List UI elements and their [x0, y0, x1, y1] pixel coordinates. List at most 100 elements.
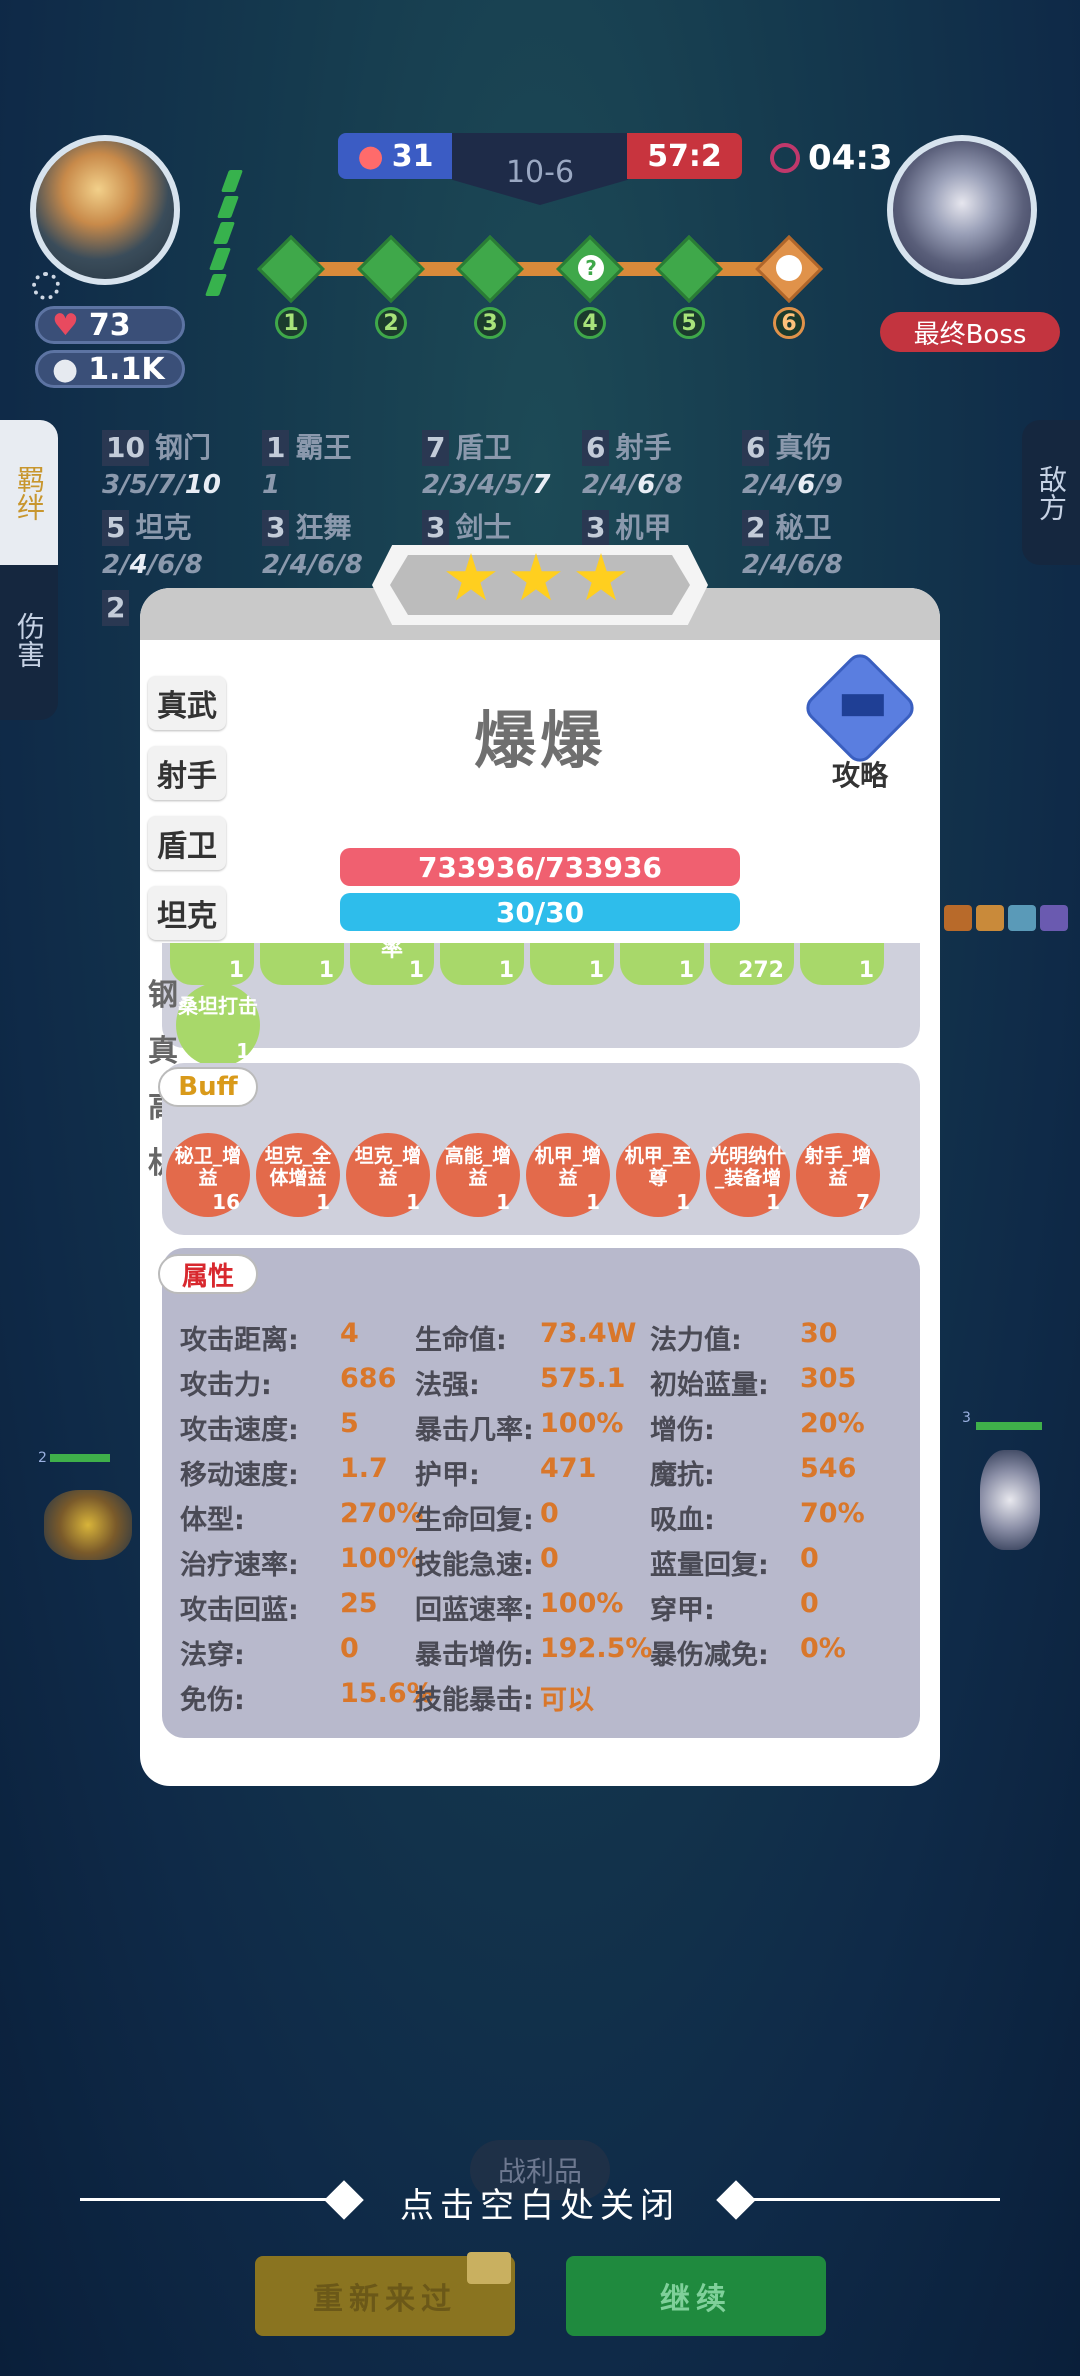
attribute-value: 192.5% [540, 1633, 653, 1664]
attribute-value: 575.1 [540, 1363, 626, 1394]
attr-title: 属性 [158, 1254, 258, 1294]
attribute-value: 5 [340, 1408, 359, 1439]
attribute-row: 生命值: 73.4W [415, 1318, 636, 1357]
skill-chip[interactable]: 率1 [350, 939, 434, 985]
skill-chip[interactable]: 1 [440, 943, 524, 985]
attribute-row: 攻击距离: 4 [180, 1318, 359, 1357]
buff-chip[interactable]: 机甲_至尊 1 [616, 1133, 700, 1217]
attribute-key: 护甲: [415, 1460, 480, 1491]
ally-unit[interactable]: 2 [38, 1450, 138, 1560]
skill-chip[interactable]: 272 [710, 943, 794, 985]
skill-chip[interactable]: 1 [800, 943, 884, 985]
settings-gear-icon[interactable] [32, 272, 60, 300]
attribute-key: 技能暴击: [415, 1685, 534, 1716]
skill-chip[interactable]: 1 [260, 943, 344, 985]
synergy-item: 3 机甲 [582, 510, 672, 546]
attribute-value: 100% [540, 1408, 624, 1439]
attribute-value: 100% [540, 1588, 624, 1619]
retry-button[interactable]: 重新来过 [255, 2252, 515, 2336]
modal-tab-shield[interactable]: 盾卫 [148, 816, 226, 870]
item-icon [944, 905, 972, 931]
stage-node-3 [456, 235, 524, 303]
synergy-item: 3 狂舞 2/4/6/8 [262, 510, 363, 580]
attribute-row: 初始蓝量: 305 [650, 1363, 856, 1402]
tab-synergy[interactable]: 羁绊 [0, 420, 58, 565]
close-hint-text: 点击空白处关闭 [400, 2186, 680, 2226]
buff-chip[interactable]: 秘卫_增益 16 [166, 1133, 250, 1217]
buff-chip[interactable]: 坦克_全体增益 1 [256, 1133, 340, 1217]
attribute-key: 体型: [180, 1505, 245, 1536]
close-hint[interactable]: 点击空白处关闭 [0, 2170, 1080, 2230]
guide-button[interactable]: 攻略 [800, 648, 920, 794]
attribute-key: 魔抗: [650, 1460, 715, 1491]
attribute-row: 吸血: 70% [650, 1498, 865, 1537]
attribute-key: 暴伤减免: [650, 1640, 769, 1671]
attribute-row: 暴击增伤: 192.5% [415, 1633, 652, 1672]
left-score-value: 31 [391, 138, 434, 174]
enemy-unit[interactable]: 3 [958, 1410, 1058, 1560]
buff-panel[interactable]: Buff 秘卫_增益 16 坦克_全体增益 1 坦克_增益 1 高能_增益 1 机甲_增… [158, 1063, 920, 1235]
player-hp-pill: ♥ 73 [35, 306, 185, 344]
buff-chip[interactable]: 射手_增益 7 [796, 1133, 880, 1217]
skill-chip[interactable]: 1 [530, 943, 614, 985]
attribute-row: 护甲: 471 [415, 1453, 596, 1492]
video-icon [467, 2252, 511, 2284]
attribute-value: 0 [540, 1543, 559, 1574]
stage-node-5 [655, 235, 723, 303]
ally-unit-level: 2 [38, 1450, 47, 1466]
left-score: ● 31 [338, 133, 453, 179]
attribute-value: 25 [340, 1588, 378, 1619]
right-score: 57:2 [627, 133, 742, 179]
attribute-value: 100% [340, 1543, 424, 1574]
attribute-value: 0 [800, 1588, 819, 1619]
attribute-key: 回蓝速率: [415, 1595, 534, 1626]
skill-chip-santan[interactable]: 桑坦打击 1 [176, 983, 260, 1067]
attribute-key: 治疗速率: [180, 1550, 299, 1581]
attribute-value: 0 [340, 1633, 359, 1664]
match-timer: 04:3 [770, 138, 893, 178]
buff-chip[interactable]: 光明纳什_装备增 1 [706, 1133, 790, 1217]
continue-button[interactable]: 继续 [566, 2256, 826, 2336]
modal-tab-hidden[interactable]: 钢 [148, 970, 182, 1014]
skills-panel[interactable]: 1 1 率1 1 1 1 272 1 桑坦打击 1 [162, 939, 920, 1067]
synergy-item: 5 坦克 2/4/6/8 [102, 510, 203, 580]
attribute-key: 增伤: [650, 1415, 715, 1446]
attribute-key: 移动速度: [180, 1460, 299, 1491]
synergy-item: 2 秘卫 2/4/6/8 [742, 510, 843, 580]
attribute-row: 穿甲: 0 [650, 1588, 819, 1627]
tab-enemy[interactable]: 敌方 [1022, 420, 1080, 565]
attribute-value: 270% [340, 1498, 424, 1529]
skill-chip[interactable]: 1 [620, 943, 704, 985]
item-icon [1008, 905, 1036, 931]
modal-tab-tank[interactable]: 坦克 [148, 886, 226, 940]
attribute-row: 法强: 575.1 [415, 1363, 625, 1402]
attribute-key: 蓝量回复: [650, 1550, 769, 1581]
stage-num-2: 2 [375, 307, 407, 339]
attribute-row: 移动速度: 1.7 [180, 1453, 388, 1492]
boss-avatar[interactable] [887, 135, 1037, 285]
player-gold-pill: ● 1.1K [35, 350, 185, 388]
tab-damage[interactable]: 伤害 [0, 580, 58, 700]
stage-num-4: 4 [574, 307, 606, 339]
buff-chip[interactable]: 坦克_增益 1 [346, 1133, 430, 1217]
buff-chip[interactable]: 机甲_增益 1 [526, 1133, 610, 1217]
buff-title: Buff [158, 1067, 258, 1107]
attribute-value: 可以 [540, 1685, 594, 1716]
question-icon: ? [578, 255, 604, 281]
attribute-key: 暴击几率: [415, 1415, 534, 1446]
retry-label: 重新来过 [313, 2282, 457, 2317]
attribute-value: 305 [800, 1363, 857, 1394]
attribute-value: 70% [800, 1498, 865, 1529]
attribute-row: 魔抗: 546 [650, 1453, 856, 1492]
round-value: 10-6 [505, 155, 575, 190]
attribute-key: 法穿: [180, 1640, 245, 1671]
buff-chip[interactable]: 高能_增益 1 [436, 1133, 520, 1217]
player-avatar[interactable] [30, 135, 180, 285]
attribute-key: 攻击力: [180, 1370, 272, 1401]
attribute-value: 0 [800, 1543, 819, 1574]
attribute-row: 体型: 270% [180, 1498, 423, 1537]
attribute-row: 暴击几率: 100% [415, 1408, 623, 1447]
attribute-row: 免伤: 15.6% [180, 1678, 434, 1717]
skill-chip[interactable]: 1 [170, 943, 254, 985]
attribute-key: 免伤: [180, 1685, 245, 1716]
